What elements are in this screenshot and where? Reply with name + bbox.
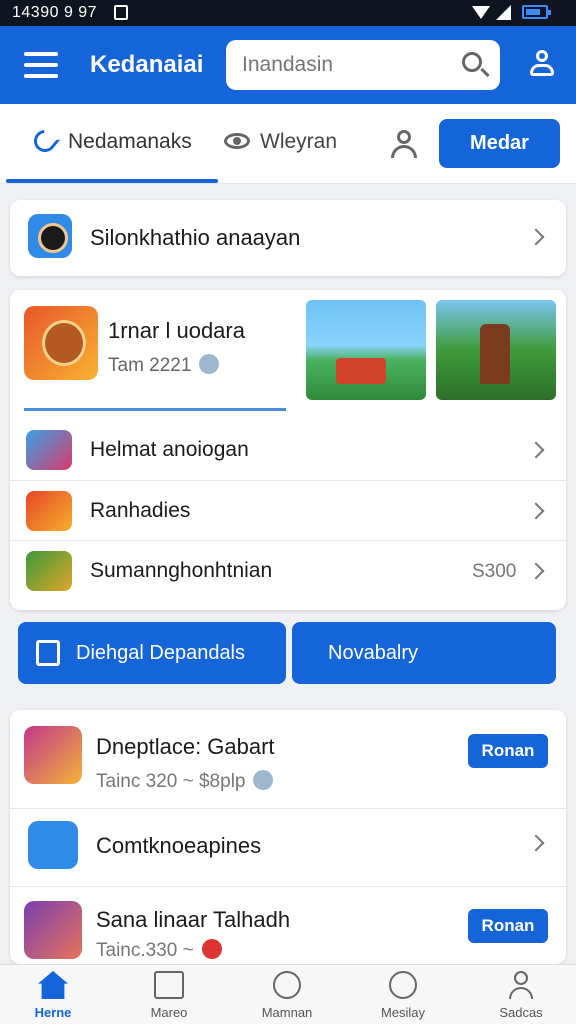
depandals-button[interactable]: Diehgal Depandals [18,622,286,684]
app-title: Sana linaar Talhadh [96,907,291,932]
list-item[interactable]: Comtknoeapines [10,808,566,886]
battery-icon [522,5,551,19]
medar-button[interactable]: Medar [439,119,560,168]
compass-icon [273,971,301,999]
list-item-label: Ranhadies [90,499,191,522]
nav-home[interactable]: Herne [8,971,98,1020]
screenshot-thumbnail[interactable] [436,300,556,400]
app-title: Kedanaiai [90,51,204,78]
list-item[interactable]: Ranhadies [10,480,566,540]
notification-icon [114,5,128,20]
phone-icon [29,125,61,157]
signal-icon [496,5,511,20]
tab-wleyran[interactable]: Wleyran [224,130,337,154]
progress-bar [24,408,286,411]
screenshot-thumbnail[interactable] [306,300,426,400]
list-item-label: Helmat anoiogan [90,438,249,461]
button-label: Diehgal Depandals [76,641,246,664]
app-icon [26,491,72,531]
app-subtitle: Tainc.330 ~ [96,939,222,962]
verified-icon [253,770,274,790]
list-item[interactable]: Sumannghonhtnian S300 [10,540,566,600]
tab-label: Wleyran [260,130,338,153]
nav-label: Herne [34,1005,72,1020]
status-bar: 14390 9 97 [0,0,576,26]
smiley-icon [389,971,417,999]
progress-fill [24,408,286,411]
price-label: S300 [472,561,517,582]
featured-card[interactable]: Silonkhathio anaayan [10,200,566,276]
app-title: Dneptlace: Gabart [96,734,275,759]
app-icon [28,821,78,869]
app-subtitle-text: Tainc 320 ~ $8plp [96,771,246,792]
ronan-button[interactable]: Ronan [468,734,548,768]
thumbs-up-icon [36,640,60,666]
person-icon [509,971,533,999]
app-list: Dneptlace: Gabart Tainc 320 ~ $8plp Rona… [10,710,566,964]
close-icon [201,939,222,959]
list-item[interactable]: Sana linaar Talhadh Tainc.330 ~ Ronan [10,886,566,964]
nav-mesilay[interactable]: Mesilay [358,971,448,1020]
novabalry-button[interactable]: Novabalry [292,622,556,684]
game-subtitle: Tam 2221 [108,354,220,377]
tab-bar: Nedamanaks Wleyran Medar [0,104,576,184]
active-tab-indicator [6,179,218,183]
nav-label: Sadcas [499,1005,543,1020]
list-item[interactable]: Helmat anoiogan [10,420,566,480]
app-title: Comtknoeapines [96,833,262,858]
app-icon [24,901,82,959]
chevron-right-icon [527,441,545,459]
app-icon [26,430,72,470]
nav-mareo[interactable]: Mareo [124,971,214,1020]
app-icon [24,726,82,784]
game-subtitle-text: Tam 2221 [108,355,192,376]
nav-label: Mareo [150,1005,188,1020]
game-card: 1rnar l uodara Tam 2221 Helmat anoiogan … [10,290,566,610]
nav-mamnan[interactable]: Mamnan [242,971,332,1020]
account-icon[interactable] [528,48,556,82]
ronan-button[interactable]: Ronan [468,909,548,943]
chevron-right-icon [527,228,545,246]
featured-label: Silonkhathio anaayan [90,225,301,250]
chevron-right-icon [527,562,545,580]
verified-icon [199,354,220,374]
app-subtitle: Tainc 320 ~ $8plp [96,770,274,793]
nav-label: Mesilay [380,1005,426,1020]
eye-icon [224,133,250,149]
wifi-icon [472,6,490,19]
nav-sadcas[interactable]: Sadcas [476,971,566,1020]
game-icon[interactable] [24,306,98,380]
chevron-right-icon [527,502,545,520]
hamburger-icon[interactable] [24,52,58,78]
nav-label: Mamnan [261,1005,313,1020]
briefcase-icon [154,971,184,999]
status-time: 14390 9 97 [12,4,98,21]
app-icon [26,551,72,591]
app-icon [28,214,72,258]
tab-nedamanaks[interactable]: Nedamanaks [29,125,192,157]
home-icon [38,971,68,999]
chevron-right-icon [527,834,545,852]
tab-label: Nedamanaks [68,130,192,153]
search-input[interactable] [226,40,500,90]
search-icon[interactable] [462,52,482,72]
bottom-nav: Herne Mareo Mamnan Mesilay Sadcas [0,964,576,1024]
list-item-label: Sumannghonhtnian [90,559,273,582]
game-title[interactable]: 1rnar l uodara [108,318,245,344]
list-item[interactable]: Dneptlace: Gabart Tainc 320 ~ $8plp Rona… [10,710,566,806]
app-subtitle-text: Tainc.330 ~ [96,940,194,961]
profile-icon[interactable] [390,130,418,160]
app-header: Kedanaiai [0,26,576,104]
